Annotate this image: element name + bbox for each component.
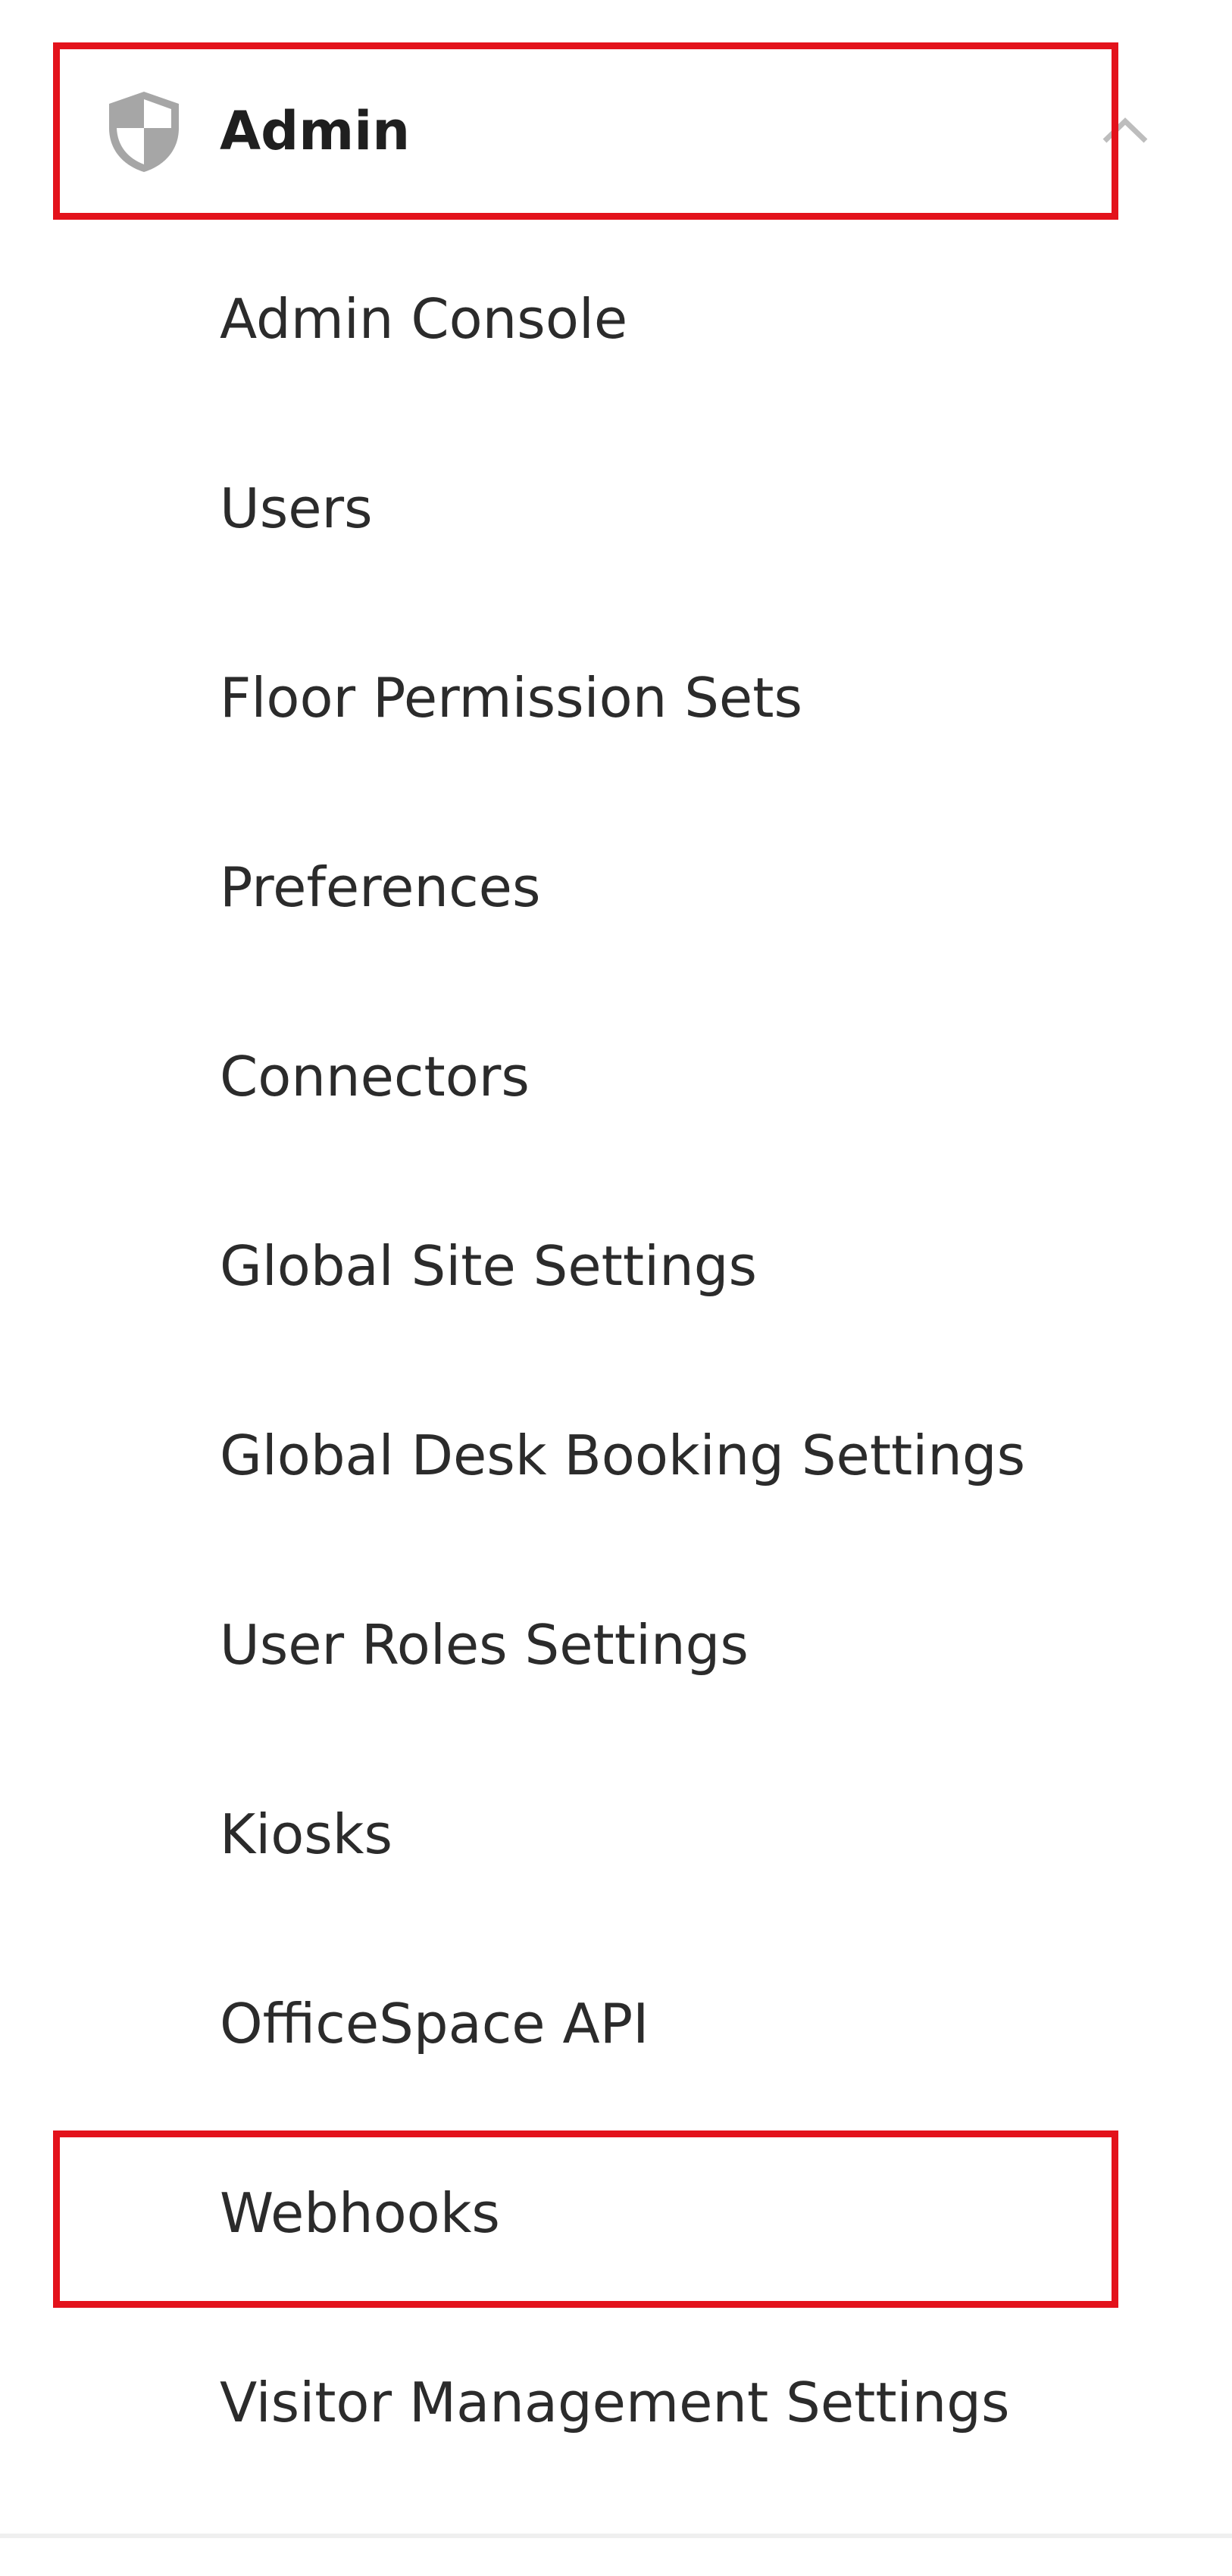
menu-item-label: Global Desk Booking Settings	[220, 1424, 1026, 1487]
menu-item-label: Webhooks	[220, 2181, 500, 2245]
menu-item-kiosks[interactable]: Kiosks	[0, 1740, 1232, 1929]
menu-item-officespace-api[interactable]: OfficeSpace API	[0, 1929, 1232, 2118]
menu-item-global-desk-booking-settings[interactable]: Global Desk Booking Settings	[0, 1361, 1232, 1550]
menu-item-label: Admin Console	[220, 287, 628, 351]
menu-item-user-roles-settings[interactable]: User Roles Settings	[0, 1550, 1232, 1740]
menu-item-label: Kiosks	[220, 1802, 392, 1866]
admin-nav-menu: Admin Admin Console Users Floor Permissi…	[0, 0, 1232, 2549]
chevron-up-icon[interactable]	[1099, 111, 1152, 148]
menu-item-label: Connectors	[220, 1045, 530, 1108]
menu-item-label: User Roles Settings	[220, 1613, 749, 1677]
menu-item-webhooks[interactable]: Webhooks	[0, 2118, 1232, 2308]
menu-item-connectors[interactable]: Connectors	[0, 982, 1232, 1171]
menu-item-global-site-settings[interactable]: Global Site Settings	[0, 1171, 1232, 1361]
admin-section-header[interactable]: Admin	[0, 42, 1232, 220]
menu-item-label: Preferences	[220, 855, 541, 919]
menu-item-label: Floor Permission Sets	[220, 666, 802, 730]
admin-section-title: Admin	[220, 100, 411, 162]
menu-item-label: Global Site Settings	[220, 1234, 757, 1298]
menu-item-preferences[interactable]: Preferences	[0, 792, 1232, 982]
menu-item-label: OfficeSpace API	[220, 1992, 649, 2055]
bottom-area	[0, 2538, 1232, 2576]
menu-item-label: Users	[220, 477, 373, 540]
menu-item-admin-console[interactable]: Admin Console	[0, 224, 1232, 414]
shield-icon	[109, 92, 179, 172]
menu-item-visitor-management-settings[interactable]: Visitor Management Settings	[0, 2308, 1232, 2497]
menu-item-users[interactable]: Users	[0, 414, 1232, 603]
menu-item-floor-permission-sets[interactable]: Floor Permission Sets	[0, 603, 1232, 792]
menu-item-label: Visitor Management Settings	[220, 2371, 1010, 2434]
